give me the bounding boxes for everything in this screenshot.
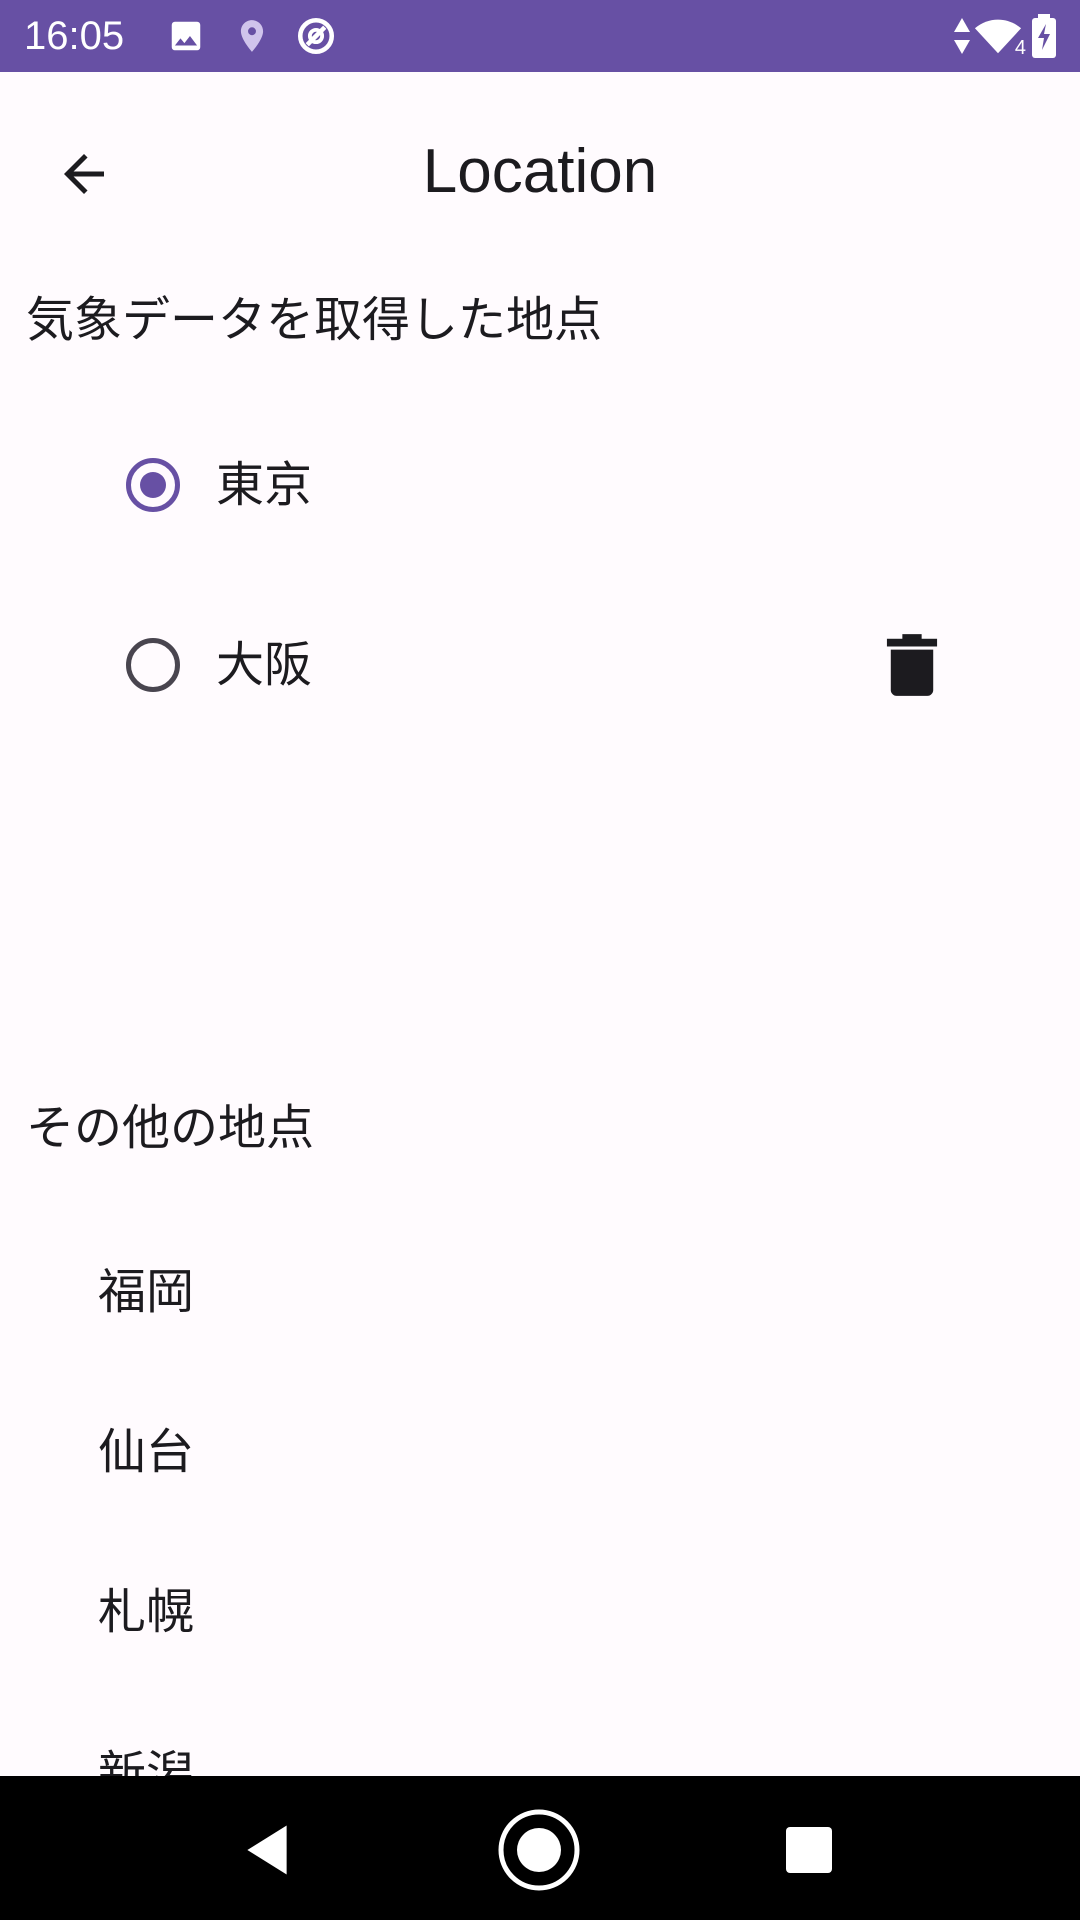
other-location-item[interactable]: 福岡 — [98, 1262, 194, 1322]
nav-back-icon — [242, 1823, 292, 1877]
other-locations-header: その他の地点 — [26, 1100, 315, 1156]
location-radio[interactable] — [126, 638, 180, 692]
nav-home-icon — [497, 1808, 581, 1892]
location-pin-icon — [230, 14, 274, 58]
image-icon — [164, 14, 208, 58]
location-label: 大阪 — [216, 637, 313, 693]
wifi-icon: 4 — [968, 14, 1028, 58]
nav-back-button[interactable] — [222, 1808, 312, 1892]
system-navigation-bar — [0, 1776, 1080, 1920]
other-location-item[interactable]: 札幌 — [98, 1582, 194, 1642]
saved-location-row[interactable]: 東京 — [0, 410, 1080, 560]
battery-charging-icon — [1024, 14, 1064, 58]
saved-location-row[interactable]: 大阪 — [0, 590, 1080, 740]
location-radio-selected[interactable] — [126, 458, 180, 512]
other-location-item[interactable]: 仙台 — [98, 1422, 194, 1482]
saved-locations-header: 気象データを取得した地点 — [26, 292, 603, 348]
page-title: Location — [422, 137, 658, 206]
delete-button[interactable] — [882, 634, 942, 696]
status-bar: 16:05 4 — [0, 0, 1080, 72]
trash-icon — [885, 634, 939, 696]
top-app-bar: Location — [0, 72, 1080, 268]
nav-recents-icon — [785, 1826, 833, 1874]
location-label: 東京 — [216, 457, 313, 513]
sync-icon — [294, 14, 338, 58]
status-time: 16:05 — [24, 14, 125, 58]
nav-home-button[interactable] — [494, 1808, 584, 1892]
nav-recents-button[interactable] — [764, 1808, 854, 1892]
